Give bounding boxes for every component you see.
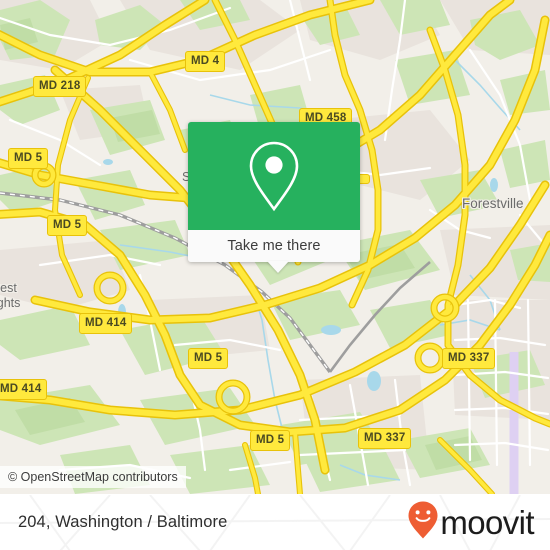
moovit-smiley-pin-icon: [407, 500, 439, 545]
shield-md-4[interactable]: MD 4: [185, 51, 226, 72]
station-address: 204, Washington / Baltimore: [18, 513, 228, 531]
take-me-there-button[interactable]: Take me there: [188, 230, 360, 262]
shield-md-337-bottom[interactable]: MD 337: [358, 428, 412, 449]
shield-md-5-bottom[interactable]: MD 5: [250, 430, 291, 451]
popup-tail-pointer: [267, 261, 289, 273]
map-pin-icon: [245, 139, 303, 213]
moovit-logo[interactable]: moovit: [407, 500, 535, 545]
osm-attribution[interactable]: © OpenStreetMap contributors: [0, 466, 186, 488]
map-canvas[interactable]: MD 4 MD 218 MD 458 MD 5 MD 5 MD 414 MD 5…: [0, 0, 550, 494]
shield-md-5-upper-left[interactable]: MD 5: [8, 148, 49, 169]
popup-icon-area: [188, 122, 360, 230]
place-label-forestville: Forestville: [462, 196, 524, 211]
shield-md-5-left[interactable]: MD 5: [47, 215, 88, 236]
footer-bar: 204, Washington / Baltimore moovit: [0, 494, 550, 550]
shield-md-5-center[interactable]: MD 5: [188, 348, 229, 369]
shield-md-218[interactable]: MD 218: [33, 76, 87, 97]
destination-popup[interactable]: Take me there: [188, 122, 360, 273]
shield-md-414-mid[interactable]: MD 414: [79, 313, 133, 334]
shield-md-337-right[interactable]: MD 337: [442, 348, 496, 369]
shield-md-414-edge[interactable]: MD 414: [0, 379, 48, 400]
place-label-forest-heights-line1: rest: [0, 281, 17, 295]
place-label-forest-heights-line2: ights: [0, 296, 21, 310]
map-screen: MD 4 MD 218 MD 458 MD 5 MD 5 MD 414 MD 5…: [0, 0, 550, 550]
moovit-wordmark: moovit: [440, 504, 534, 541]
